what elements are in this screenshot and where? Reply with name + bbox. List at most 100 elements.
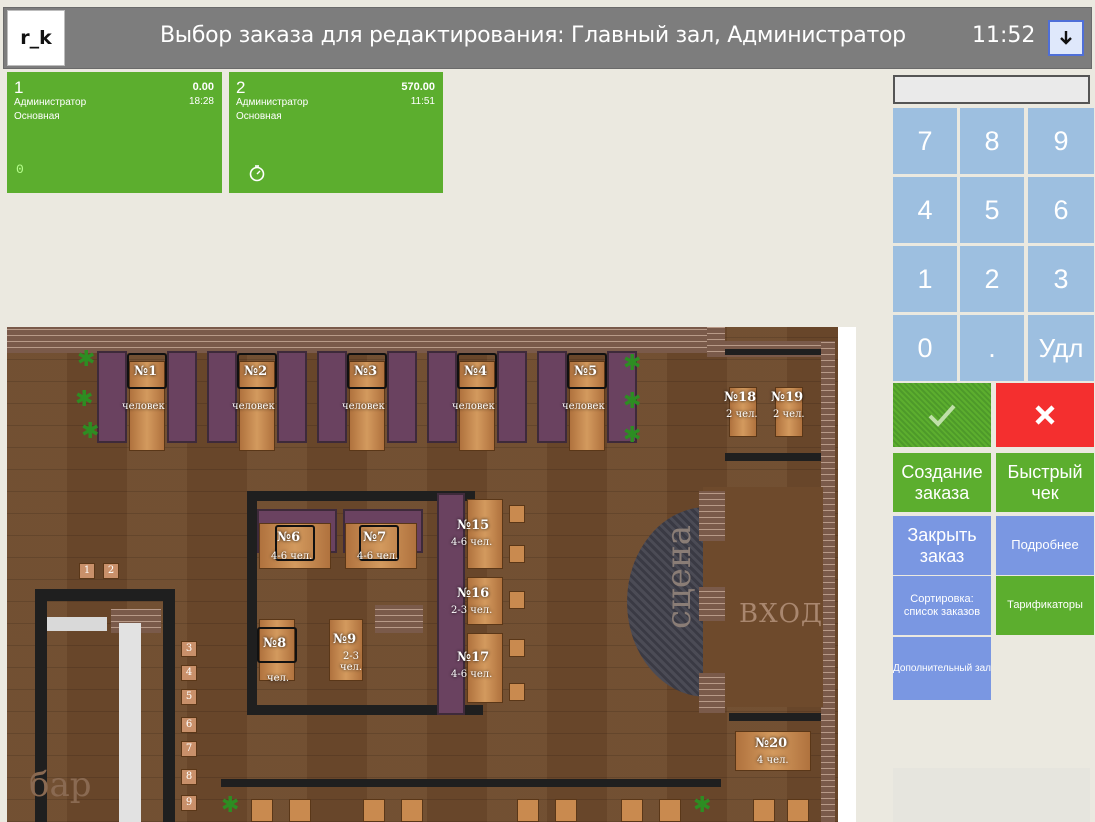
chair bbox=[509, 683, 525, 701]
order-user: Администратор bbox=[14, 97, 87, 108]
chair bbox=[555, 799, 577, 822]
table-label: №15 bbox=[457, 518, 490, 533]
chair bbox=[363, 799, 385, 822]
chair bbox=[289, 799, 311, 822]
booth bbox=[97, 351, 127, 443]
table-label: №5 bbox=[574, 364, 598, 379]
bar-seat[interactable]: 5 bbox=[181, 689, 197, 705]
plant-icon: ✱ bbox=[693, 793, 712, 818]
order-time: 11:51 bbox=[410, 96, 435, 107]
key-2[interactable]: 2 bbox=[960, 246, 1024, 312]
table-label: №7 bbox=[363, 530, 387, 545]
confirm-button[interactable] bbox=[893, 383, 991, 447]
plant-icon: ✱ bbox=[623, 389, 642, 414]
key-dot[interactable]: . bbox=[960, 315, 1024, 381]
wall-segment bbox=[707, 327, 725, 357]
bar-counter bbox=[163, 589, 175, 822]
key-8[interactable]: 8 bbox=[960, 108, 1024, 174]
floor-plan: №1 человек №2 человек №3 человек №4 чело… bbox=[7, 327, 856, 822]
chair bbox=[509, 591, 525, 609]
number-input[interactable] bbox=[893, 75, 1090, 104]
bar-seat[interactable]: 1 bbox=[79, 563, 95, 579]
bar-seat[interactable]: 3 bbox=[181, 641, 197, 657]
pillar bbox=[699, 673, 725, 713]
details-button[interactable]: Подробнее bbox=[996, 516, 1094, 575]
booth bbox=[427, 351, 457, 443]
table-label: №6 bbox=[277, 530, 301, 545]
table-capacity: человек bbox=[452, 401, 495, 412]
floor-edge bbox=[838, 327, 856, 822]
key-1[interactable]: 1 bbox=[893, 246, 957, 312]
key-4[interactable]: 4 bbox=[893, 177, 957, 243]
bar-seat[interactable]: 2 bbox=[103, 563, 119, 579]
order-sum: 570.00 bbox=[401, 81, 435, 93]
booth bbox=[537, 351, 567, 443]
plant-icon: ✱ bbox=[221, 793, 240, 818]
table-15[interactable] bbox=[467, 499, 503, 569]
table-capacity: человек bbox=[562, 401, 605, 412]
divider bbox=[221, 779, 721, 787]
key-7[interactable]: 7 bbox=[893, 108, 957, 174]
bar-seat[interactable]: 7 bbox=[181, 741, 197, 757]
key-0[interactable]: 0 bbox=[893, 315, 957, 381]
table-label: №9 bbox=[333, 632, 357, 647]
order-card-1[interactable]: 1 0.00 18:28 Администратор Основная 0 bbox=[7, 72, 222, 193]
order-card-2[interactable]: 2 570.00 11:51 Администратор Основная bbox=[229, 72, 443, 193]
table-label: №1 bbox=[134, 364, 158, 379]
bar-seat[interactable]: 9 bbox=[181, 795, 197, 811]
table-capacity: человек bbox=[122, 401, 165, 412]
app-window: r_k Выбор заказа для редактирования: Гла… bbox=[0, 0, 1095, 822]
key-6[interactable]: 6 bbox=[1028, 177, 1094, 243]
order-number: 2 bbox=[236, 78, 246, 97]
close-icon bbox=[1035, 405, 1055, 425]
arrow-down-icon bbox=[1060, 31, 1072, 45]
bar-shelf bbox=[47, 617, 107, 631]
table-capacity: 4-6 чел. bbox=[451, 537, 493, 548]
clock: 11:52 bbox=[972, 23, 1036, 48]
key-5[interactable]: 5 bbox=[960, 177, 1024, 243]
chair bbox=[659, 799, 681, 822]
page-title: Выбор заказа для редактирования: Главный… bbox=[160, 23, 906, 48]
plant-icon: ✱ bbox=[75, 387, 94, 412]
table-label: №19 bbox=[771, 390, 804, 405]
table-capacity: человек bbox=[232, 401, 275, 412]
pillar bbox=[375, 605, 423, 633]
key-9[interactable]: 9 bbox=[1028, 108, 1094, 174]
chair bbox=[401, 799, 423, 822]
table-label: №2 bbox=[244, 364, 268, 379]
key-3[interactable]: 3 bbox=[1028, 246, 1094, 312]
cancel-button[interactable] bbox=[996, 383, 1094, 447]
pillar bbox=[699, 491, 725, 541]
partition bbox=[247, 491, 257, 715]
table-label: №17 bbox=[457, 650, 490, 665]
booth bbox=[207, 351, 237, 443]
menu-button[interactable] bbox=[1048, 20, 1084, 56]
booth bbox=[497, 351, 527, 443]
chair bbox=[753, 799, 775, 822]
bar-seat[interactable]: 6 bbox=[181, 717, 197, 733]
order-hall: Основная bbox=[14, 111, 60, 122]
checkmark-icon bbox=[928, 404, 956, 427]
app-logo: r_k bbox=[7, 10, 65, 66]
extra-hall-button[interactable]: Дополнительный зал bbox=[893, 637, 991, 700]
sort-button[interactable]: Сортировка: список заказов bbox=[893, 576, 991, 635]
chair bbox=[517, 799, 539, 822]
bar-seat[interactable]: 4 bbox=[181, 665, 197, 681]
plant-icon: ✱ bbox=[623, 351, 642, 376]
chair bbox=[251, 799, 273, 822]
header: r_k Выбор заказа для редактирования: Гла… bbox=[0, 0, 1095, 72]
bar-label: бар bbox=[29, 765, 92, 805]
table-capacity: чел. bbox=[267, 673, 290, 684]
bar-seat[interactable]: 8 bbox=[181, 769, 197, 785]
create-order-button[interactable]: Создание заказа bbox=[893, 453, 991, 512]
key-delete[interactable]: Удл bbox=[1028, 315, 1094, 381]
close-order-button[interactable]: Закрыть заказ bbox=[893, 516, 991, 575]
quick-check-button[interactable]: Быстрый чек bbox=[996, 453, 1094, 512]
tariffs-button[interactable]: Тарификаторы bbox=[996, 576, 1094, 635]
divider bbox=[729, 713, 821, 721]
chair bbox=[509, 545, 525, 563]
table-17[interactable] bbox=[467, 633, 503, 703]
order-number: 1 bbox=[14, 78, 24, 97]
chair bbox=[787, 799, 809, 822]
table-capacity: 2 чел. bbox=[726, 409, 758, 420]
